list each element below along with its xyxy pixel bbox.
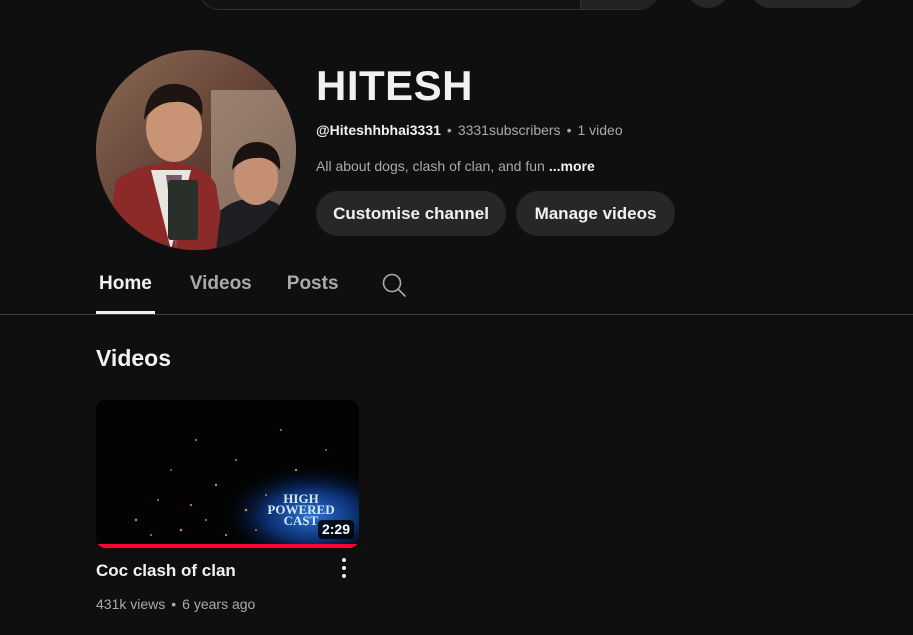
search-button[interactable] — [581, 0, 659, 9]
channel-description[interactable]: All about dogs, clash of clan, and fun..… — [316, 157, 595, 175]
channel-avatar[interactable] — [96, 50, 296, 250]
video-thumbnail[interactable]: HIGH POWERED CAST 2:29 — [96, 400, 359, 548]
video-title[interactable]: Coc clash of clan — [96, 560, 236, 582]
channel-tabs: Home Videos Posts — [96, 268, 374, 314]
video-duration: 2:29 — [317, 520, 354, 539]
voice-search-button[interactable] — [686, 0, 730, 8]
tab-posts[interactable]: Posts — [287, 268, 339, 314]
video-count: 1 video — [577, 122, 623, 138]
search-icon[interactable] — [381, 272, 407, 298]
channel-handle: @Hiteshhbhai3331 — [316, 122, 441, 138]
video-meta: 431k views • 6 years ago — [96, 595, 255, 613]
search-bar[interactable] — [198, 0, 660, 10]
meta-separator: • — [566, 122, 572, 138]
customise-channel-button[interactable]: Customise channel — [316, 191, 506, 236]
view-count: 431k views — [96, 596, 166, 612]
more-vert-icon[interactable] — [332, 556, 356, 580]
meta-separator: • — [171, 596, 177, 612]
create-button[interactable] — [749, 0, 867, 8]
tab-videos[interactable]: Videos — [190, 268, 252, 314]
description-text: All about dogs, clash of clan, and fun — [316, 158, 545, 174]
more-link[interactable]: ...more — [549, 158, 595, 174]
channel-avatar-photo — [96, 50, 296, 250]
search-input[interactable] — [199, 0, 581, 9]
subscriber-count: 3331subscribers — [457, 122, 561, 138]
channel-meta: @Hiteshhbhai3331 • 3331subscribers • 1 video — [316, 121, 623, 139]
tab-home[interactable]: Home — [96, 268, 155, 314]
svg-text:CAST: CAST — [284, 513, 319, 528]
meta-separator: • — [446, 122, 452, 138]
tabs-divider — [0, 314, 913, 315]
manage-videos-button[interactable]: Manage videos — [516, 191, 675, 236]
upload-age: 6 years ago — [182, 596, 256, 612]
watch-progress-track — [96, 544, 359, 548]
section-title[interactable]: Videos — [96, 344, 171, 372]
channel-name: HITESH — [316, 62, 474, 109]
watch-progress-bar — [96, 544, 359, 548]
